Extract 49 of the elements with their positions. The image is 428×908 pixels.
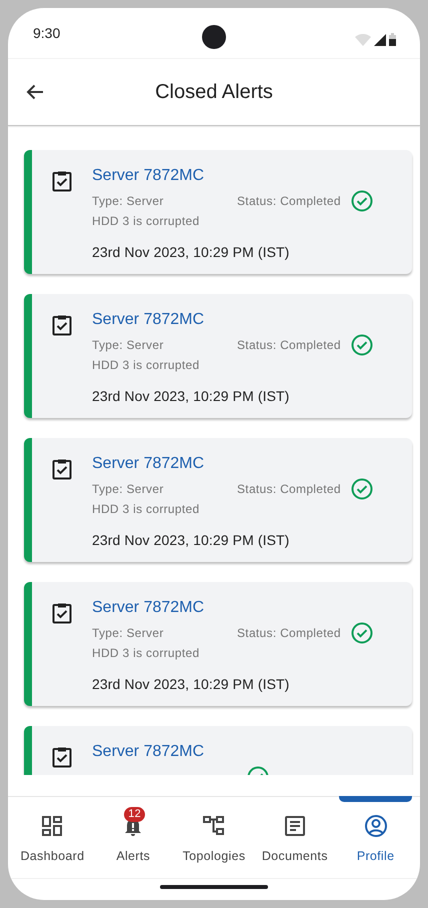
alert-title[interactable]: Server 7872MC xyxy=(92,310,396,330)
alert-description: HDD 3 is corrupted xyxy=(92,213,200,230)
alert-card[interactable]: Server 7872MC Type: Server Status: Completed HDD 3 is corrupted 23rd Nov 2023, 10:29 PM (IST) xyxy=(24,438,412,562)
status-time: 9:30 xyxy=(33,25,60,41)
alert-description: HDD 3 is corrupted xyxy=(92,501,200,518)
alert-title[interactable]: Server 7872MC xyxy=(92,742,396,762)
alert-title[interactable]: Server 7872MC xyxy=(92,454,396,474)
clipboard-check-icon xyxy=(52,602,72,624)
nav-tab[interactable]: Topologies xyxy=(174,797,254,878)
alert-type: Type: Server xyxy=(92,626,165,640)
signal-icon xyxy=(374,34,386,46)
nav-tab[interactable]: Documents xyxy=(254,797,336,878)
clipboard-check-icon xyxy=(52,458,72,480)
clipboard-check-icon xyxy=(52,746,72,768)
alert-card[interactable]: Server 7872MC Type: Server Status: Completed HDD 3 is corrupted 23rd Nov 2023, 10:29 PM (IST) xyxy=(24,150,412,274)
alert-type: Type: Server xyxy=(92,482,165,496)
hierarchy-icon xyxy=(202,816,225,836)
nav-tab[interactable]: Dashboard xyxy=(12,797,93,878)
alert-title[interactable]: Server 7872MC xyxy=(92,598,396,618)
alert-datetime: 23rd Nov 2023, 10:29 PM (IST) xyxy=(92,532,290,548)
home-indicator[interactable] xyxy=(160,884,268,888)
battery-icon xyxy=(389,32,396,46)
account-circle-icon xyxy=(364,815,387,837)
clipboard-check-icon xyxy=(52,314,72,336)
alert-description: HDD 3 is corrupted xyxy=(92,645,200,662)
alert-title[interactable]: Server 7872MC xyxy=(92,166,396,186)
alert-datetime: 23rd Nov 2023, 10:29 PM (IST) xyxy=(92,244,290,260)
clipboard-check-icon xyxy=(52,170,72,192)
alert-card[interactable]: Server 7872MC xyxy=(24,726,412,775)
page-title: Closed Alerts xyxy=(155,80,273,102)
notification-badge: 12 xyxy=(124,807,146,822)
alert-datetime: 23rd Nov 2023, 10:29 PM (IST) xyxy=(92,676,290,692)
document-icon xyxy=(284,816,305,836)
back-arrow-icon xyxy=(26,84,44,100)
alert-card[interactable]: Server 7872MC Type: Server Status: Completed HDD 3 is corrupted 23rd Nov 2023, 10:29 PM (IST) xyxy=(24,294,412,418)
alert-description: HDD 3 is corrupted xyxy=(92,357,200,374)
nav-tab[interactable]: 12 Alerts xyxy=(92,797,174,878)
camera-cutout xyxy=(202,25,226,49)
alert-type: Type: Server xyxy=(92,194,165,208)
alert-type: Type: Server xyxy=(92,338,165,352)
alert-status: Status: Completed xyxy=(237,338,341,352)
nav-tab[interactable]: Profile xyxy=(335,797,416,878)
alert-datetime: 23rd Nov 2023, 10:29 PM (IST) xyxy=(92,388,290,404)
alert-status: Status: Completed xyxy=(237,194,341,208)
alert-status: Status: Completed xyxy=(237,626,341,640)
dashboard-icon xyxy=(42,816,62,836)
alert-card[interactable]: Server 7872MC Type: Server Status: Completed HDD 3 is corrupted 23rd Nov 2023, 10:29 PM (IST) xyxy=(24,582,412,706)
alert-status: Status: Completed xyxy=(237,482,341,496)
wifi-icon xyxy=(355,34,371,46)
